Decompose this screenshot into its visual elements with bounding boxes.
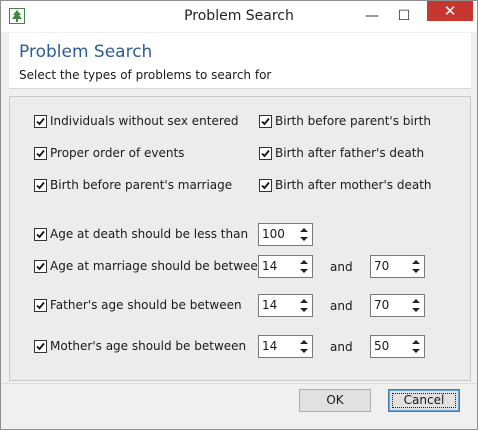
checkbox-birth-before-marriage[interactable] (34, 179, 47, 192)
mother-age-min-value: 14 (262, 339, 278, 353)
mother-age-min-spinbox[interactable]: 14 (258, 335, 313, 358)
father-age-max-spinbox[interactable]: 70 (370, 294, 425, 317)
age-at-marriage-max-value: 70 (374, 259, 390, 273)
label-no-sex: Individuals without sex entered (50, 114, 239, 128)
spin-arrows-icon[interactable] (298, 338, 310, 355)
dialog-heading: Problem Search (19, 42, 153, 62)
spin-arrows-icon[interactable] (410, 297, 422, 314)
check-icon (36, 117, 45, 126)
age-at-marriage-min-spinbox[interactable]: 14 (258, 255, 313, 278)
age-at-marriage-min-value: 14 (262, 259, 278, 273)
dialog-header: Problem Search Select the types of probl… (9, 33, 471, 89)
check-icon (261, 149, 270, 158)
maximize-button[interactable]: ☐ (387, 1, 421, 32)
label-order-events: Proper order of events (50, 146, 185, 160)
check-icon (36, 262, 45, 271)
and-label: and (330, 299, 353, 313)
check-icon (36, 181, 45, 190)
check-icon (36, 301, 45, 310)
title-bar: Problem Search — ☐ ✕ (1, 1, 477, 32)
label-birth-after-mother-death: Birth after mother's death (275, 178, 432, 192)
age-at-death-value: 100 (262, 227, 285, 241)
mother-age-max-value: 50 (374, 339, 390, 353)
label-mother-age: Mother's age should be between (50, 339, 247, 353)
checkbox-birth-before-parent-birth[interactable] (259, 115, 272, 128)
father-age-min-value: 14 (262, 298, 278, 312)
close-button[interactable]: ✕ (427, 1, 473, 21)
label-birth-after-father-death: Birth after father's death (275, 146, 425, 160)
label-age-at-death: Age at death should be less than (50, 227, 249, 241)
label-father-age: Father's age should be between (50, 298, 242, 312)
and-label: and (330, 260, 353, 274)
checkbox-mother-age[interactable] (34, 340, 47, 353)
problem-options-panel: Individuals without sex entered Proper o… (9, 96, 471, 381)
and-label: and (330, 340, 353, 354)
dialog-subtitle: Select the types of problems to search f… (19, 68, 272, 82)
focus-rect (392, 393, 456, 408)
check-icon (36, 342, 45, 351)
checkbox-birth-after-mother-death[interactable] (259, 179, 272, 192)
spin-arrows-icon[interactable] (410, 258, 422, 275)
age-at-death-spinbox[interactable]: 100 (258, 223, 313, 246)
checkbox-no-sex[interactable] (34, 115, 47, 128)
minimize-button[interactable]: — (357, 1, 387, 32)
label-birth-before-parent-birth: Birth before parent's birth (275, 114, 431, 128)
father-age-max-value: 70 (374, 298, 390, 312)
age-at-marriage-max-spinbox[interactable]: 70 (370, 255, 425, 278)
father-age-min-spinbox[interactable]: 14 (258, 294, 313, 317)
checkbox-order-events[interactable] (34, 147, 47, 160)
check-icon (261, 181, 270, 190)
spin-arrows-icon[interactable] (298, 226, 310, 243)
footer-divider (1, 383, 477, 384)
spin-arrows-icon[interactable] (298, 258, 310, 275)
cancel-button[interactable]: Cancel (388, 389, 460, 412)
ok-button[interactable]: OK (299, 389, 371, 412)
label-age-at-marriage: Age at marriage should be between (50, 259, 266, 273)
checkbox-father-age[interactable] (34, 299, 47, 312)
check-icon (261, 117, 270, 126)
mother-age-max-spinbox[interactable]: 50 (370, 335, 425, 358)
label-birth-before-marriage: Birth before parent's marriage (50, 178, 233, 192)
check-icon (36, 230, 45, 239)
spin-arrows-icon[interactable] (298, 297, 310, 314)
checkbox-birth-after-father-death[interactable] (259, 147, 272, 160)
check-icon (36, 149, 45, 158)
checkbox-age-at-death[interactable] (34, 228, 47, 241)
checkbox-age-at-marriage[interactable] (34, 260, 47, 273)
spin-arrows-icon[interactable] (410, 338, 422, 355)
problem-search-dialog: Problem Search — ☐ ✕ Problem Search Sele… (0, 0, 478, 430)
